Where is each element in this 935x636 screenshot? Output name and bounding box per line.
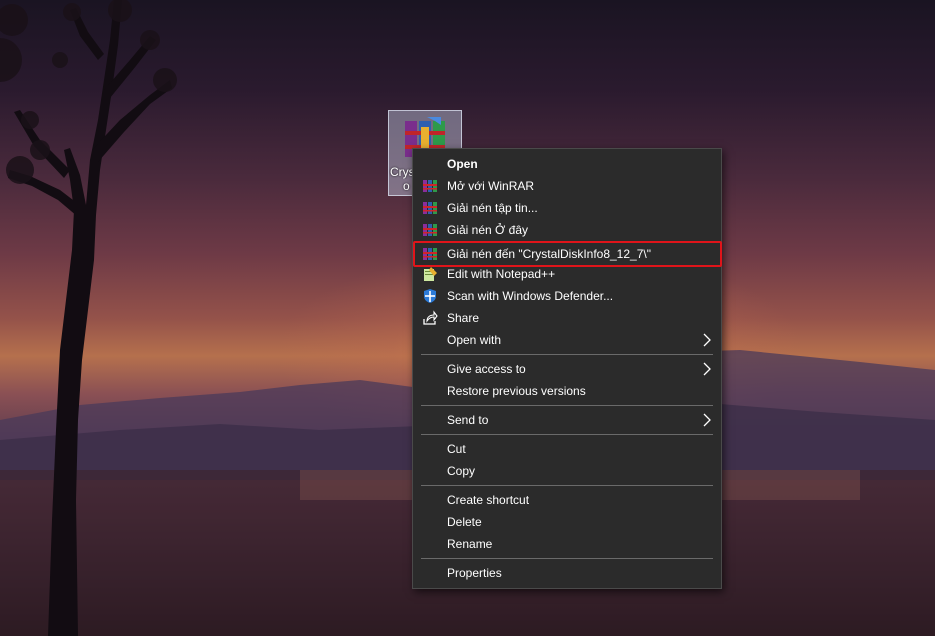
menu-separator: [421, 405, 713, 406]
menu-item-create-shortcut[interactable]: Create shortcut: [413, 489, 721, 511]
menu-item-open-with[interactable]: Open with: [413, 329, 721, 351]
menu-item-copy[interactable]: Copy: [413, 460, 721, 482]
notepad-plus-plus-icon: [424, 267, 437, 281]
shield-icon: [424, 289, 436, 303]
menu-item-extract-here[interactable]: Giải nén Ở đây: [413, 219, 721, 241]
context-menu: Open Mở với WinRAR Giải nén tập tin... G…: [412, 148, 722, 589]
menu-item-delete[interactable]: Delete: [413, 511, 721, 533]
menu-item-scan-defender[interactable]: Scan with Windows Defender...: [413, 285, 721, 307]
menu-item-open[interactable]: Open: [413, 153, 721, 175]
menu-separator: [421, 354, 713, 355]
chevron-right-icon: [703, 413, 711, 427]
menu-item-label: Cut: [447, 442, 466, 456]
menu-item-label: Giải nén Ở đây: [447, 223, 528, 237]
menu-item-give-access[interactable]: Give access to: [413, 358, 721, 380]
menu-item-properties[interactable]: Properties: [413, 562, 721, 584]
menu-item-label: Copy: [447, 464, 476, 478]
menu-item-label: Open: [447, 157, 478, 171]
menu-item-label: Giải nén tập tin...: [447, 201, 538, 215]
menu-item-send-to[interactable]: Send to: [413, 409, 721, 431]
menu-item-label: Edit with Notepad++: [447, 267, 556, 281]
menu-item-label: Delete: [447, 515, 482, 529]
menu-separator: [421, 558, 713, 559]
desktop-file-label-line2: o: [403, 179, 410, 193]
share-icon: [423, 310, 438, 325]
menu-item-label: Scan with Windows Defender...: [447, 289, 614, 303]
menu-separator: [421, 434, 713, 435]
menu-item-rename[interactable]: Rename: [413, 533, 721, 555]
menu-item-label: Share: [447, 311, 480, 325]
menu-item-label: Mở với WinRAR: [447, 179, 535, 193]
chevron-right-icon: [703, 362, 711, 376]
winrar-icon: [423, 224, 437, 236]
menu-item-restore-versions[interactable]: Restore previous versions: [413, 380, 721, 402]
menu-item-cut[interactable]: Cut: [413, 438, 721, 460]
menu-item-label: Rename: [447, 537, 493, 551]
menu-item-label: Restore previous versions: [447, 384, 586, 398]
menu-item-label: Give access to: [447, 362, 526, 376]
winrar-icon: [423, 180, 437, 192]
menu-separator: [421, 485, 713, 486]
menu-item-edit-notepad[interactable]: Edit with Notepad++: [413, 263, 721, 285]
menu-item-label: Properties: [447, 566, 502, 580]
menu-item-label: Send to: [447, 413, 489, 427]
menu-item-extract-files[interactable]: Giải nén tập tin...: [413, 197, 721, 219]
menu-item-label: Create shortcut: [447, 493, 530, 507]
menu-item-open-with-winrar[interactable]: Mở với WinRAR: [413, 175, 721, 197]
chevron-right-icon: [703, 333, 711, 347]
menu-item-label: Open with: [447, 333, 502, 347]
winrar-icon: [423, 202, 437, 214]
menu-item-share[interactable]: Share: [413, 307, 721, 329]
